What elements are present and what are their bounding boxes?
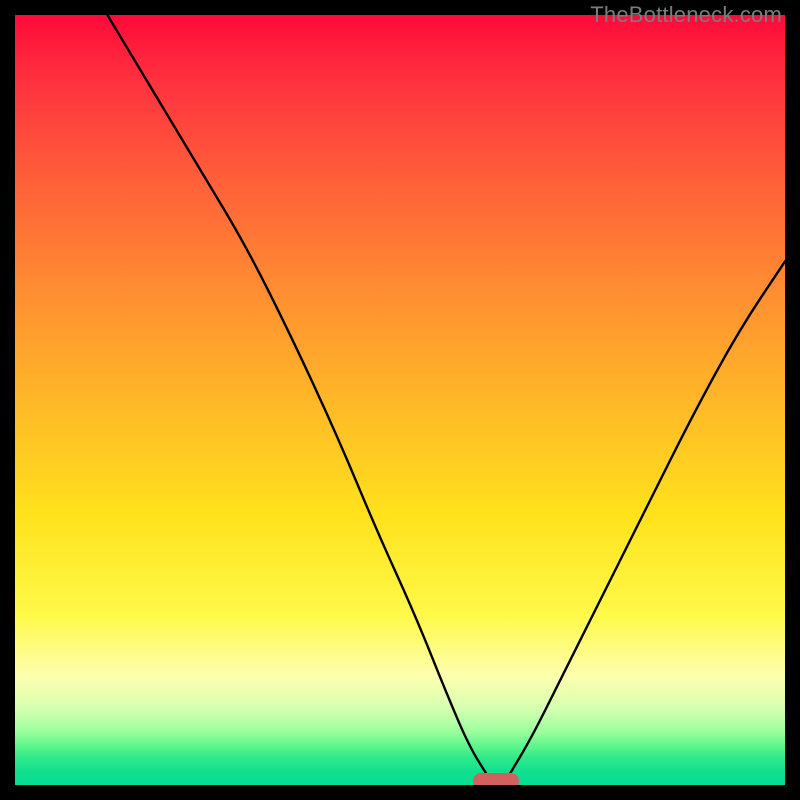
optimal-marker xyxy=(473,773,519,785)
curve-right-branch xyxy=(508,261,785,777)
curve-left-branch xyxy=(107,15,488,777)
chart-frame: TheBottleneck.com xyxy=(0,0,800,800)
watermark-text: TheBottleneck.com xyxy=(590,2,782,28)
bottleneck-curve xyxy=(15,15,785,785)
plot-area xyxy=(15,15,785,785)
